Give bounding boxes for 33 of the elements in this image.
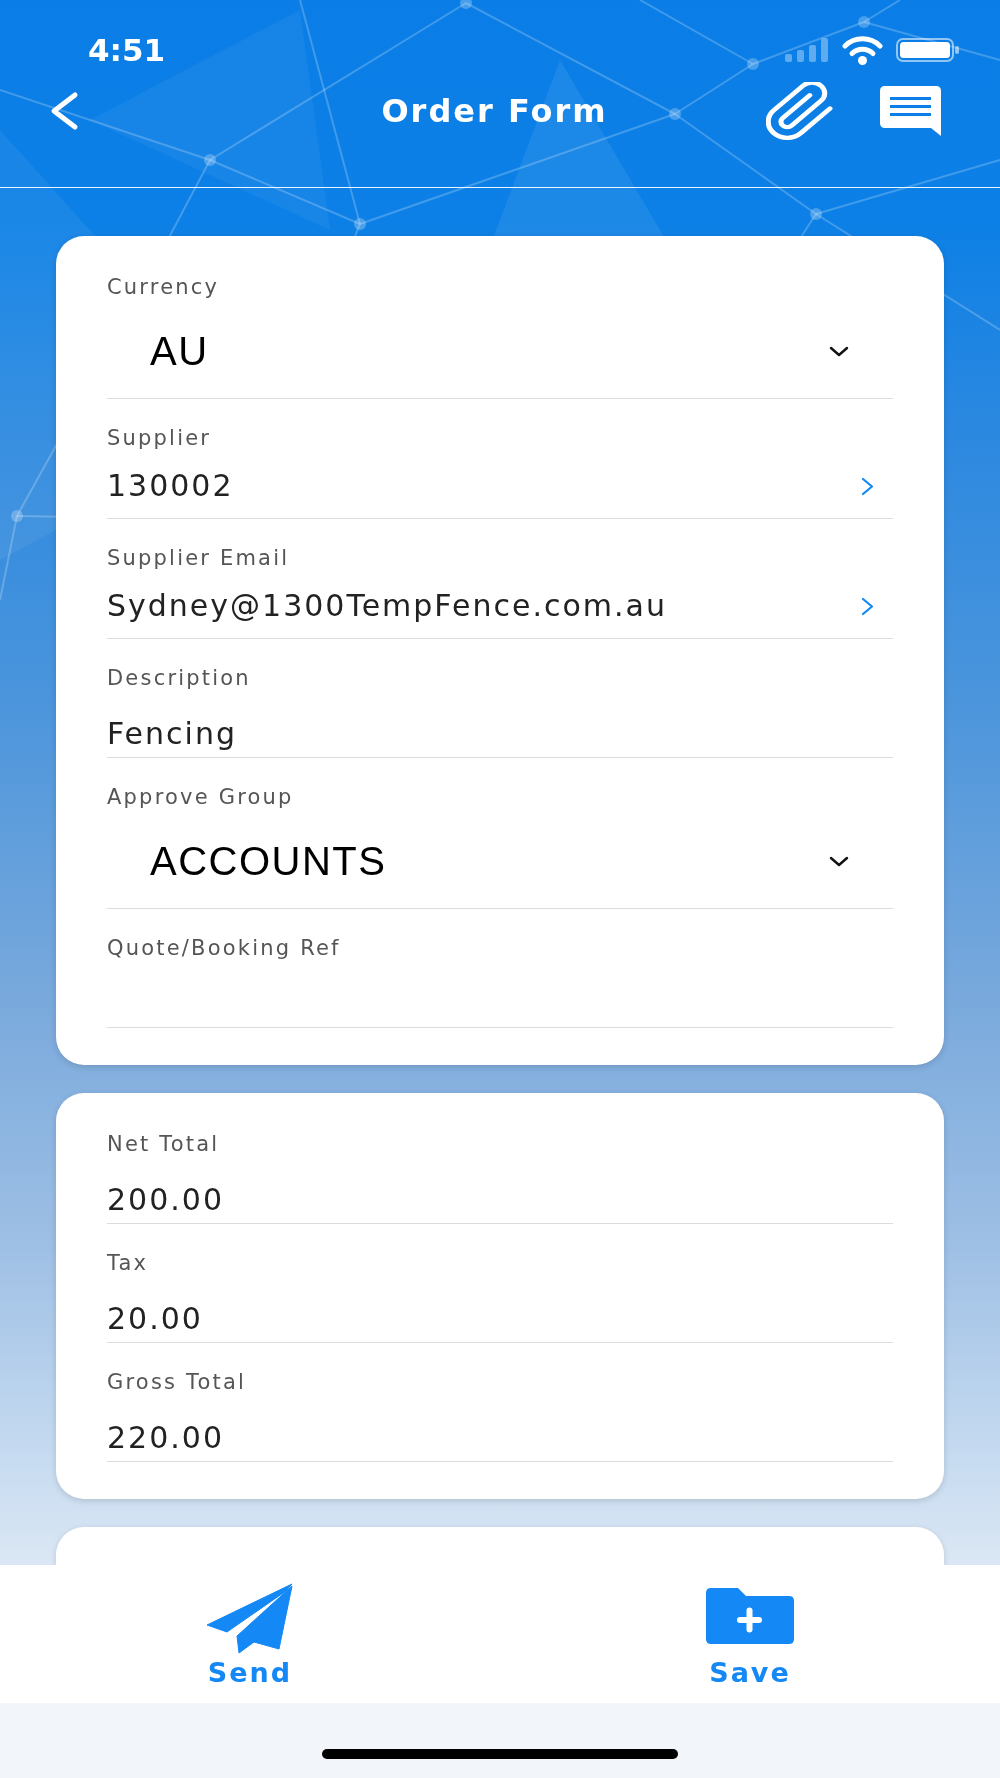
picker-field[interactable]: 130002	[107, 450, 893, 519]
paper-plane-icon	[206, 1583, 294, 1655]
chat-bubble-icon[interactable]	[880, 86, 941, 136]
text-field[interactable]: 220.00	[107, 1394, 893, 1462]
text-field[interactable]: Fencing	[107, 690, 893, 758]
field-label: Gross Total	[107, 1370, 248, 1394]
caret-icon	[829, 345, 849, 357]
dropdown[interactable]: AU	[107, 299, 893, 399]
text-field[interactable]: 200.00	[107, 1156, 893, 1224]
screen-title: Order Form	[381, 91, 608, 131]
field-label: Supplier	[107, 426, 213, 450]
text-field[interactable]: 20.00	[107, 1275, 893, 1343]
wifi-icon	[842, 35, 883, 65]
folder-plus-icon	[706, 1588, 794, 1644]
caret-icon	[829, 855, 849, 867]
battery-icon	[896, 38, 960, 62]
back-icon[interactable]	[48, 91, 80, 131]
chevron-right-icon	[861, 476, 874, 496]
field-label: Currency	[107, 275, 221, 299]
field-label: Supplier Email	[107, 546, 291, 570]
field-label: Tax	[107, 1251, 150, 1275]
picker-field[interactable]: Sydney@1300TempFence.com.au	[107, 570, 893, 639]
send-button[interactable]: Send	[206, 1580, 294, 1688]
save-button[interactable]: Save	[706, 1580, 794, 1688]
field-label: Quote/Booking Ref	[107, 936, 342, 960]
field-label: Net Total	[107, 1132, 221, 1156]
field-label: Description	[107, 666, 252, 690]
field-label: Approve Group	[107, 785, 295, 809]
chevron-right-icon	[861, 596, 874, 616]
status-time: 4:51	[88, 33, 166, 67]
dropdown[interactable]: ACCOUNTS	[107, 809, 893, 909]
paperclip-icon[interactable]	[766, 82, 834, 140]
signal-bars-icon	[785, 38, 829, 62]
